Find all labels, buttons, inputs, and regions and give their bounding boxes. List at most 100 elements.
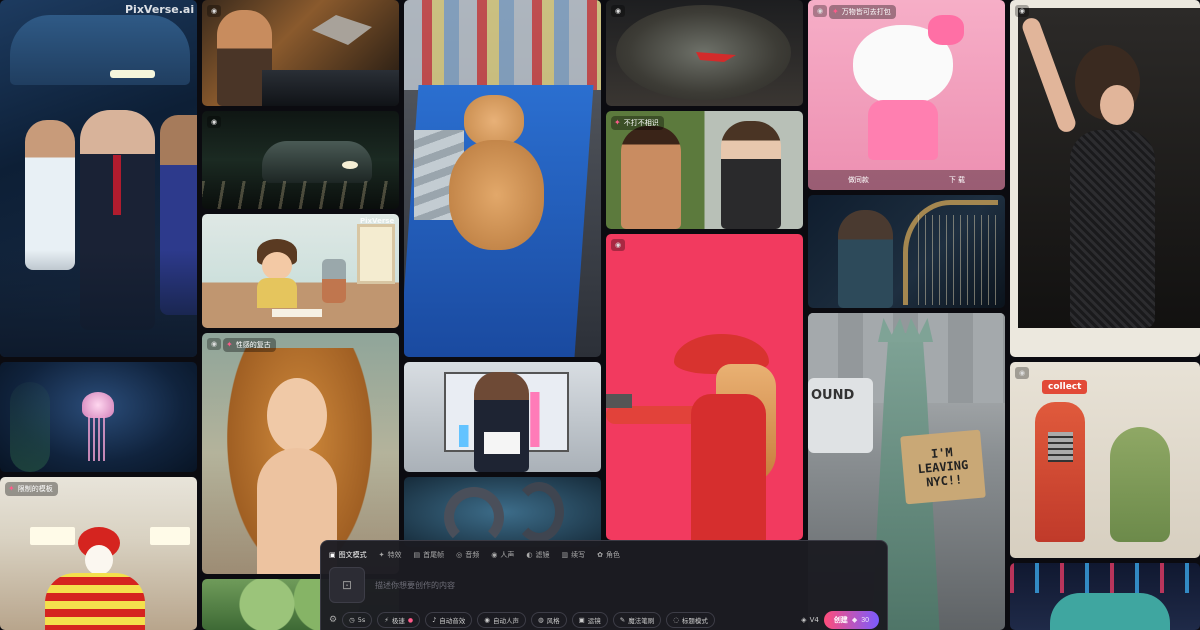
frog	[1110, 427, 1170, 542]
keypad	[1048, 432, 1073, 462]
bowl	[616, 5, 791, 100]
dashboard	[262, 70, 399, 106]
make-same-button[interactable]: 做同款	[848, 175, 869, 185]
chip-label: 魔法笔刷	[628, 617, 655, 625]
tile-frog-machine[interactable]: collect ◉	[1010, 362, 1200, 558]
chip-label: 自动人声	[492, 617, 519, 625]
effects-icon: ✦	[378, 551, 385, 559]
sliders-icon[interactable]: ⚙	[329, 615, 337, 625]
robot	[322, 259, 346, 303]
sparkle-icon: ✦	[614, 118, 621, 127]
window	[357, 224, 395, 284]
badge-label: 限制的模板	[17, 485, 53, 493]
auto-voice-chip[interactable]: ◉ 自动人声	[477, 612, 526, 628]
seat	[0, 250, 197, 357]
ceiling-lights	[30, 527, 75, 545]
prompt-composer: ▣ 图文模式 ✦ 特效 ▤ 首尾帧 ◎ 音频 ◉ 人声 ◐ 滤镜 ▥ 续写 ✿ 角色 ⊡ 描述你…	[320, 540, 888, 630]
tile-car-night[interactable]: ◉	[202, 111, 399, 209]
model-label: V4	[809, 616, 819, 624]
tab-label: 首尾帧	[423, 551, 445, 559]
tile-mcdonald[interactable]: ✦ 限制的模板	[0, 477, 197, 630]
tile-tentacles[interactable]	[404, 477, 601, 547]
sound-icon[interactable]: ◉	[207, 116, 221, 128]
tile-cockpit[interactable]: ◉	[202, 0, 399, 106]
prompt-input[interactable]: 描述你想要创作的内容	[375, 580, 455, 591]
camera-chip[interactable]: ▣ 运镜	[571, 612, 608, 628]
model-selector[interactable]: ◈ V4	[801, 616, 819, 624]
duration-chip[interactable]: ◷ 5s	[342, 612, 373, 628]
mode-tabs: ▣ 图文模式 ✦ 特效 ▤ 首尾帧 ◎ 音频 ◉ 人声 ◐ 滤镜 ▥ 续写 ✿ 角色	[321, 541, 887, 563]
image-upload-icon: ⊡	[341, 578, 353, 592]
tile-jet-cabin[interactable]: PixVerse.ai	[0, 0, 197, 357]
person-1	[25, 120, 75, 270]
jellyfish-tentacles	[88, 416, 108, 461]
tab-filter[interactable]: ◐ 滤镜	[526, 550, 549, 560]
sound-icon[interactable]: ◉	[813, 5, 827, 17]
sparkle-icon: ✦	[8, 484, 15, 493]
tile-wave-bowl[interactable]: ◉	[606, 0, 803, 106]
watermark: PixVerse.ai	[125, 3, 195, 16]
image-upload-button[interactable]: ⊡	[329, 567, 365, 603]
speed-chip[interactable]: ⚡ 极速 ●	[377, 612, 421, 628]
jellyfish-bell	[82, 392, 114, 418]
presenter	[474, 372, 529, 472]
tab-image-text[interactable]: ▣ 图文模式	[329, 550, 367, 560]
tile-jellyfish[interactable]	[0, 362, 197, 472]
tile-boy-robot[interactable]: PixVerse	[202, 214, 399, 328]
sound-icon[interactable]: ◉	[207, 338, 221, 350]
tab-voice[interactable]: ◉ 人声	[491, 550, 514, 560]
create-button[interactable]: 创建 ◆ 30	[823, 611, 879, 629]
tab-effects[interactable]: ✦ 特效	[379, 550, 402, 560]
tile-venus[interactable]: ◉ ✦ 性感的复古	[202, 333, 399, 574]
auto-sfx-chip[interactable]: ♪ 自动音效	[425, 612, 473, 628]
tab-continue[interactable]: ▥ 续写	[561, 550, 585, 560]
tab-character[interactable]: ✿ 角色	[597, 550, 620, 560]
badge: ✦ 限制的模板	[5, 482, 58, 496]
sound-icon[interactable]: ◉	[611, 5, 625, 17]
sparkle-icon: ✦	[226, 340, 233, 349]
person-2-tie	[113, 155, 121, 215]
sound-icon[interactable]: ◉	[611, 239, 625, 251]
download-button[interactable]: 下 载	[949, 175, 965, 185]
tile-twilight[interactable]: ✦ 不打不相识	[606, 111, 803, 229]
chip-label: 自动音效	[439, 617, 466, 625]
cube-icon: ◈	[801, 616, 807, 624]
kitty-dress	[868, 100, 938, 160]
bus-text: OUND	[811, 388, 855, 403]
machine	[1035, 402, 1085, 542]
tile-polaroid-party[interactable]: ◉	[1010, 0, 1200, 357]
tile-hello-kitty[interactable]: ◉ ✦ 万物皆可去打包 做同款 下 载	[808, 0, 1005, 190]
tab-frames[interactable]: ▤ 首尾帧	[414, 550, 445, 560]
sound-icon[interactable]: ◉	[1015, 5, 1029, 17]
tab-label: 特效	[387, 551, 402, 559]
tentacle	[444, 487, 504, 547]
tile-harp[interactable]	[808, 195, 1005, 308]
harp-strings	[918, 215, 998, 305]
store-shelf	[404, 0, 601, 90]
magic-brush-chip[interactable]: ✎ 魔法笔刷	[612, 612, 662, 628]
style-chip[interactable]: ◍ 风格	[530, 612, 567, 628]
create-label: 创建	[833, 617, 848, 624]
sound-icon[interactable]: ◉	[207, 5, 221, 17]
sound-icon[interactable]: ◉	[1015, 367, 1029, 379]
watermark-small: PixVerse	[360, 217, 395, 225]
tile-presenter[interactable]	[404, 362, 601, 472]
tile-cat-basket[interactable]	[404, 0, 601, 357]
spaceship	[312, 15, 372, 45]
tab-label: 滤镜	[535, 551, 550, 559]
camera-icon: ▣	[578, 616, 585, 624]
voice-icon: ◉	[491, 551, 498, 559]
man-jacket	[721, 121, 781, 229]
tab-audio[interactable]: ◎ 音频	[456, 550, 479, 560]
tab-label: 角色	[605, 551, 620, 559]
headlight	[342, 161, 358, 169]
badge: ✦ 性感的复古	[223, 338, 276, 352]
title-mode-chip[interactable]: ◌ 标题模式	[666, 612, 715, 628]
man-shirtless	[621, 126, 681, 229]
harpist	[838, 210, 893, 308]
tile-cowgirl[interactable]: ◉	[606, 234, 803, 540]
clown-face	[85, 545, 113, 575]
frames-icon: ▤	[413, 551, 421, 559]
tab-label: 音频	[465, 551, 480, 559]
tile-city-car[interactable]	[1010, 563, 1200, 630]
